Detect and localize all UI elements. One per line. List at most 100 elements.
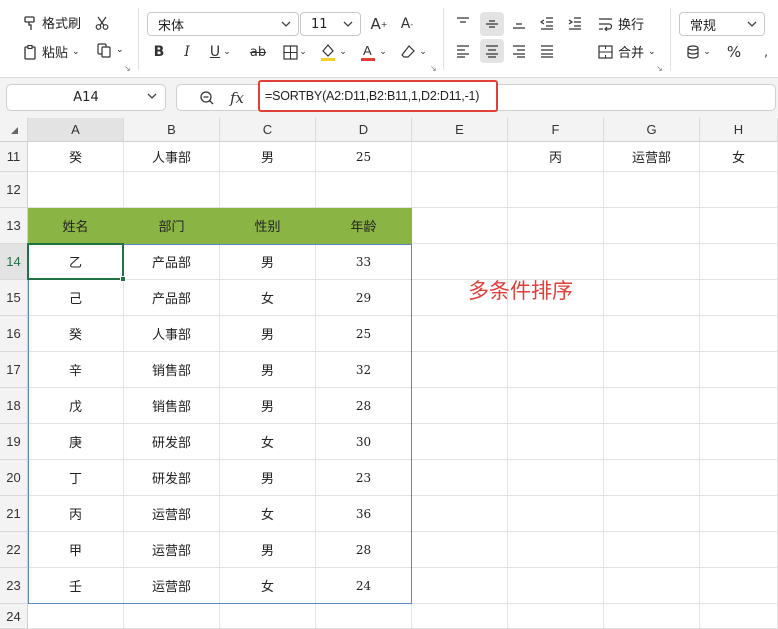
table-cell[interactable]: 男: [220, 352, 316, 388]
cell[interactable]: [412, 604, 508, 629]
cell[interactable]: [508, 496, 604, 532]
cell[interactable]: [700, 208, 778, 244]
table-cell[interactable]: 女: [220, 568, 316, 604]
cell[interactable]: [508, 316, 604, 352]
align-center-icon[interactable]: [480, 39, 504, 63]
cell[interactable]: [700, 424, 778, 460]
cell-h11[interactable]: 女: [700, 142, 778, 172]
cell[interactable]: [508, 460, 604, 496]
font-name-select[interactable]: 宋体: [147, 12, 299, 36]
cell-c11[interactable]: 男: [220, 142, 316, 172]
column-header-d[interactable]: D: [316, 118, 412, 142]
cell[interactable]: [316, 604, 412, 629]
cell[interactable]: [124, 604, 220, 629]
table-cell[interactable]: 男: [220, 244, 316, 280]
table-cell[interactable]: 销售部: [124, 352, 220, 388]
cell[interactable]: [700, 280, 778, 316]
decrease-indent-icon[interactable]: [536, 12, 558, 34]
cell[interactable]: [124, 172, 220, 208]
cell-f11[interactable]: 丙: [508, 142, 604, 172]
name-box[interactable]: A14: [6, 84, 166, 111]
insert-function-fx-icon[interactable]: fx: [227, 88, 247, 108]
strikethrough-icon[interactable]: ab: [246, 42, 270, 62]
cell[interactable]: [604, 568, 700, 604]
column-header-h[interactable]: H: [700, 118, 778, 142]
font-color-chevron-down-icon[interactable]: ⌄: [378, 42, 388, 62]
bold-icon[interactable]: B: [150, 42, 168, 62]
cell[interactable]: [508, 604, 604, 629]
cell[interactable]: [28, 172, 124, 208]
merge-button[interactable]: 合并 ⌄: [598, 42, 656, 61]
cut-icon[interactable]: [92, 13, 112, 33]
row-header-21[interactable]: 21: [0, 496, 28, 532]
column-header-e[interactable]: E: [412, 118, 508, 142]
cell[interactable]: [508, 208, 604, 244]
clear-format-eraser-icon[interactable]: [398, 42, 418, 62]
row-header-16[interactable]: 16: [0, 316, 28, 352]
cell[interactable]: [700, 604, 778, 629]
row-header-11[interactable]: 11: [0, 142, 28, 172]
align-middle-icon[interactable]: [480, 12, 504, 36]
font-size-select[interactable]: 11: [300, 12, 361, 36]
borders-icon[interactable]: [280, 42, 300, 62]
clipboard-dialog-launcher-icon[interactable]: ↘: [124, 64, 131, 73]
table-cell[interactable]: 己: [28, 280, 124, 316]
align-left-icon[interactable]: [452, 40, 474, 62]
table-cell[interactable]: 33: [316, 244, 412, 280]
table-header-cell[interactable]: 年龄: [316, 208, 412, 244]
cell[interactable]: [604, 460, 700, 496]
cell[interactable]: [220, 604, 316, 629]
percent-button[interactable]: %: [724, 42, 744, 62]
column-header-a[interactable]: A: [28, 118, 124, 142]
row-header-12[interactable]: 12: [0, 172, 28, 208]
table-cell[interactable]: 人事部: [124, 316, 220, 352]
cell[interactable]: [604, 172, 700, 208]
cell[interactable]: [604, 424, 700, 460]
alignment-dialog-launcher-icon[interactable]: ↘: [656, 64, 663, 73]
cell[interactable]: [412, 208, 508, 244]
currency-icon[interactable]: [684, 42, 702, 62]
row-header-17[interactable]: 17: [0, 352, 28, 388]
column-header-c[interactable]: C: [220, 118, 316, 142]
cell[interactable]: [508, 568, 604, 604]
cell[interactable]: [604, 532, 700, 568]
table-cell[interactable]: 25: [316, 316, 412, 352]
format-painter-button[interactable]: 格式刷: [22, 13, 81, 32]
cell[interactable]: [700, 460, 778, 496]
column-header-f[interactable]: F: [508, 118, 604, 142]
number-format-select[interactable]: 常规: [679, 12, 765, 36]
cell[interactable]: [700, 352, 778, 388]
table-cell[interactable]: 运营部: [124, 532, 220, 568]
table-cell[interactable]: 戊: [28, 388, 124, 424]
column-header-g[interactable]: G: [604, 118, 700, 142]
borders-chevron-down-icon[interactable]: ⌄: [298, 42, 308, 62]
cell[interactable]: [316, 172, 412, 208]
row-header-18[interactable]: 18: [0, 388, 28, 424]
align-top-icon[interactable]: [452, 12, 474, 34]
paste-button[interactable]: 粘贴 ⌄: [22, 42, 80, 61]
cell[interactable]: [412, 496, 508, 532]
zoom-out-magnifier-icon[interactable]: [197, 88, 217, 108]
table-cell[interactable]: 研发部: [124, 460, 220, 496]
table-cell[interactable]: 28: [316, 532, 412, 568]
cell[interactable]: [604, 280, 700, 316]
table-cell[interactable]: 运营部: [124, 496, 220, 532]
cell[interactable]: [700, 388, 778, 424]
table-cell[interactable]: 乙: [28, 244, 124, 280]
cell[interactable]: [508, 352, 604, 388]
cell[interactable]: [28, 604, 124, 629]
table-cell[interactable]: 甲: [28, 532, 124, 568]
table-cell[interactable]: 壬: [28, 568, 124, 604]
cell-a11[interactable]: 癸: [28, 142, 124, 172]
copy-button[interactable]: ⌄: [96, 42, 124, 58]
font-dialog-launcher-icon[interactable]: ↘: [430, 64, 437, 73]
cell[interactable]: [412, 352, 508, 388]
cell[interactable]: [412, 388, 508, 424]
row-header-13[interactable]: 13: [0, 208, 28, 244]
table-cell[interactable]: 男: [220, 460, 316, 496]
table-cell[interactable]: 癸: [28, 316, 124, 352]
select-all-corner[interactable]: [0, 118, 28, 142]
table-cell[interactable]: 丁: [28, 460, 124, 496]
fill-color-chevron-down-icon[interactable]: ⌄: [338, 42, 348, 62]
table-cell[interactable]: 产品部: [124, 244, 220, 280]
